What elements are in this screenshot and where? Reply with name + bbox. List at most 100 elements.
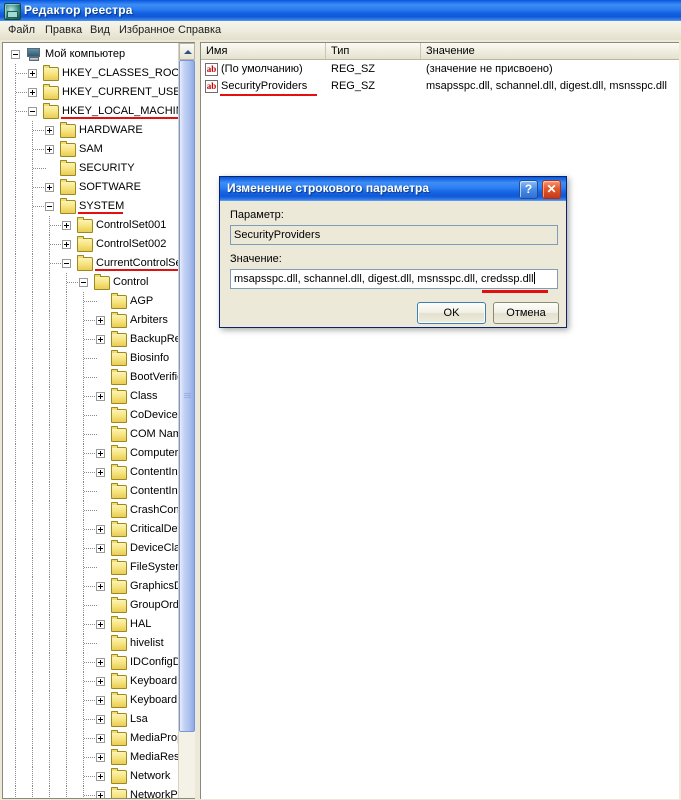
tree-item-hal[interactable]: HAL — [3, 615, 178, 634]
tree-item-controlset002[interactable]: ControlSet002 — [3, 235, 178, 254]
tree-item-hkey-current-user[interactable]: HKEY_CURRENT_USER — [3, 83, 178, 102]
tree-item-contentinde[interactable]: ContentInde — [3, 482, 178, 501]
value-row[interactable]: ab (По умолчанию) REG_SZ (значение не присв… — [201, 61, 679, 78]
tree-item-control[interactable]: Control — [3, 273, 178, 292]
tree-item-computerna[interactable]: ComputerNa — [3, 444, 178, 463]
tree-item-hardware[interactable]: HARDWARE — [3, 121, 178, 140]
ok-button[interactable]: OK — [417, 302, 486, 324]
tree-item-backuprest[interactable]: BackupRest — [3, 330, 178, 349]
tree-item-label: hivelist — [130, 637, 164, 649]
tree-guide-line — [32, 653, 33, 672]
menu-view[interactable]: Вид — [88, 24, 112, 36]
value-data-field[interactable]: msapsspc.dll, schannel.dll, digest.dll, … — [230, 269, 558, 289]
expand-icon[interactable] — [62, 240, 71, 249]
expand-icon[interactable] — [62, 221, 71, 230]
tree-item-networkpro[interactable]: NetworkPro — [3, 786, 178, 798]
tree-item-system[interactable]: SYSTEM — [3, 197, 178, 216]
tree-item-sam[interactable]: SAM — [3, 140, 178, 159]
tree-guide-line — [66, 710, 67, 729]
expand-icon[interactable] — [96, 753, 105, 762]
tree-item-mediaresou[interactable]: MediaResou — [3, 748, 178, 767]
tree-item-lsa[interactable]: Lsa — [3, 710, 178, 729]
tree-item-mediaproper[interactable]: MediaProper — [3, 729, 178, 748]
tree-item-crashcontro[interactable]: CrashContro — [3, 501, 178, 520]
collapse-icon[interactable] — [62, 259, 71, 268]
expand-icon[interactable] — [45, 126, 54, 135]
expand-icon[interactable] — [96, 525, 105, 534]
column-header-value[interactable]: Значение — [421, 43, 679, 59]
menu-file[interactable]: Файл — [6, 24, 37, 36]
menu-edit[interactable]: Правка — [43, 24, 84, 36]
tree-item-keyboard-la[interactable]: Keyboard La — [3, 691, 178, 710]
expand-icon[interactable] — [28, 69, 37, 78]
collapse-icon[interactable] — [45, 202, 54, 211]
tree-item-idconfigdb[interactable]: IDConfigDB — [3, 653, 178, 672]
expand-icon[interactable] — [96, 715, 105, 724]
scroll-up-button[interactable] — [179, 43, 195, 60]
tree-item-hivelist[interactable]: hivelist — [3, 634, 178, 653]
tree-vertical-scrollbar[interactable] — [178, 43, 195, 798]
collapse-icon[interactable] — [28, 107, 37, 116]
tree-item-deviceclass[interactable]: DeviceClass — [3, 539, 178, 558]
expand-icon[interactable] — [96, 734, 105, 743]
scrollbar-thumb[interactable] — [179, 60, 195, 732]
expand-icon[interactable] — [96, 335, 105, 344]
menu-help[interactable]: Справка — [176, 24, 223, 36]
expand-icon[interactable] — [96, 658, 105, 667]
tree-item-graphicsdriv[interactable]: GraphicsDriv — [3, 577, 178, 596]
expand-icon[interactable] — [96, 620, 105, 629]
tree-item-com-name[interactable]: COM Name — [3, 425, 178, 444]
expand-icon[interactable] — [96, 468, 105, 477]
tree-guide-line — [15, 197, 16, 216]
tree-item-label: COM Name — [130, 428, 178, 440]
tree-item-bootverifica[interactable]: BootVerifica — [3, 368, 178, 387]
expand-icon[interactable] — [96, 316, 105, 325]
expand-icon[interactable] — [96, 544, 105, 553]
tree-item-keyboard-la[interactable]: Keyboard La — [3, 672, 178, 691]
expand-icon[interactable] — [45, 145, 54, 154]
close-icon[interactable]: ✕ — [542, 180, 561, 199]
collapse-icon[interactable] — [11, 50, 20, 59]
collapse-icon[interactable] — [79, 278, 88, 287]
expand-icon[interactable] — [96, 677, 105, 686]
expand-icon[interactable] — [96, 791, 105, 798]
tree-item-arbiters[interactable]: Arbiters — [3, 311, 178, 330]
value-row[interactable]: ab SecurityProviders REG_SZ msapsspc.dll, s… — [201, 78, 679, 96]
expand-icon[interactable] — [96, 696, 105, 705]
tree-item-network[interactable]: Network — [3, 767, 178, 786]
tree-item-contentinde[interactable]: ContentInde — [3, 463, 178, 482]
tree-item-class[interactable]: Class — [3, 387, 178, 406]
scrollbar-track[interactable] — [179, 60, 195, 798]
tree-item-security[interactable]: SECURITY — [3, 159, 178, 178]
tree-item-label: MediaResou — [130, 751, 178, 763]
tree-item--[interactable]: Мой компьютер — [3, 45, 178, 64]
tree-item-controlset001[interactable]: ControlSet001 — [3, 216, 178, 235]
cancel-button[interactable]: Отмена — [493, 302, 559, 324]
tree-guide-line — [49, 729, 50, 748]
expand-icon[interactable] — [96, 392, 105, 401]
tree-item-biosinfo[interactable]: Biosinfo — [3, 349, 178, 368]
tree-guide-line — [49, 425, 50, 444]
tree-item-software[interactable]: SOFTWARE — [3, 178, 178, 197]
tree-item-currentcontrolset[interactable]: CurrentControlSet — [3, 254, 178, 273]
tree-item-filesystem[interactable]: FileSystem — [3, 558, 178, 577]
tree-item-codeviceins[interactable]: CoDeviceIns — [3, 406, 178, 425]
expand-icon[interactable] — [96, 772, 105, 781]
column-header-name[interactable]: Имя — [201, 43, 326, 59]
expand-icon[interactable] — [28, 88, 37, 97]
expand-icon[interactable] — [96, 582, 105, 591]
tree-item-grouporder[interactable]: GroupOrder — [3, 596, 178, 615]
column-header-type[interactable]: Тип — [326, 43, 421, 59]
expand-icon[interactable] — [45, 183, 54, 192]
tree-item-hkey-classes-root[interactable]: HKEY_CLASSES_ROOT — [3, 64, 178, 83]
help-icon[interactable]: ? — [519, 180, 538, 199]
tree-item-label: ContentInde — [130, 466, 178, 478]
parameter-name-field[interactable]: SecurityProviders — [230, 225, 558, 245]
tree-item-criticaldevic[interactable]: CriticalDevic — [3, 520, 178, 539]
menu-favorites[interactable]: Избранное — [117, 24, 177, 36]
tree-item-agp[interactable]: AGP — [3, 292, 178, 311]
expand-icon[interactable] — [96, 449, 105, 458]
tree-guide-line — [32, 406, 33, 425]
tree-item-hkey-local-machine[interactable]: HKEY_LOCAL_MACHINE — [3, 102, 178, 121]
tree-item-label: HKEY_CLASSES_ROOT — [62, 67, 178, 79]
